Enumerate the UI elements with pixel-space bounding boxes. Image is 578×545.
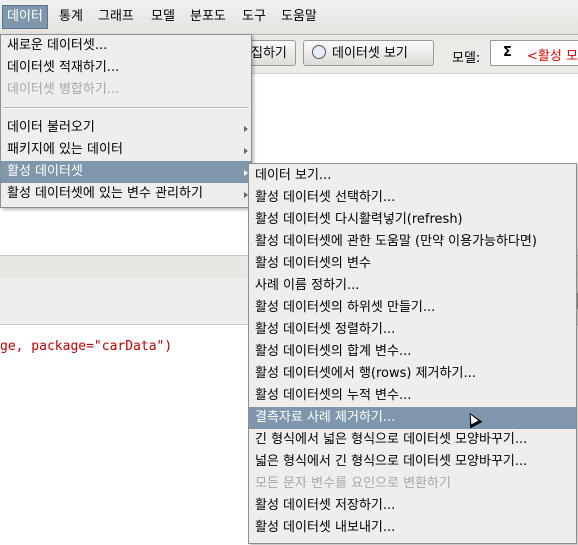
menu-item-data-in-packages[interactable]: 패키지에 있는 데이터 (1, 139, 251, 161)
view-dataset-button[interactable]: 데이터셋 보기 (303, 40, 434, 66)
submenu-item-convert-characters: 모든 문자 변수를 요인으로 변환하기 (255, 476, 451, 491)
submenu-item-stack-variables[interactable]: 활성 데이터셋의 누적 변수... (249, 385, 576, 407)
menu-graphs[interactable]: 그래프 (94, 6, 138, 28)
menu-item-import-data[interactable]: 데이터 불러오기 (1, 117, 251, 139)
menu-item-new-dataset[interactable]: 새로운 데이터셋... (1, 35, 251, 57)
submenu-item-case-names[interactable]: 사례 이름 정하기... (249, 275, 576, 297)
menu-item-merge-datasets: 데이터셋 병합하기... (7, 82, 120, 97)
menu-distributions[interactable]: 분포도 (186, 6, 230, 28)
submenu-item-select-active[interactable]: 활성 데이터셋 선택하기... (249, 187, 576, 209)
submenu-item-export-dataset[interactable]: 활성 데이터셋 내보내기... (249, 517, 576, 539)
menu-models[interactable]: 모델 (147, 6, 179, 28)
submenu-item-reshape-wide-to-long[interactable]: 넓은 형식에서 긴 형식으로 데이터셋 모양바꾸기... (249, 451, 576, 473)
submenu-arrow-icon (244, 148, 248, 154)
view-dataset-label: 데이터셋 보기 (332, 46, 408, 61)
submenu-item-help[interactable]: 활성 데이터셋에 관한 도움말 (만약 이용가능하다면) (249, 231, 576, 253)
menu-item-active-dataset[interactable]: 활성 데이터셋 (1, 161, 251, 183)
submenu-item-variables[interactable]: 활성 데이터셋의 변수 (249, 253, 576, 275)
menu-item-label: 활성 데이터셋에 있는 변수 관리하기 (7, 186, 203, 201)
submenu-item-refresh[interactable]: 활성 데이터셋 다시활력넣기(refresh) (249, 209, 576, 231)
menu-data[interactable]: 데이터 (2, 5, 48, 29)
menu-item-manage-variables[interactable]: 활성 데이터셋에 있는 변수 관리하기 (1, 183, 251, 205)
menu-tools[interactable]: 도구 (238, 6, 270, 28)
menu-item-label: 데이터 불러오기 (7, 120, 95, 135)
submenu-item-remove-rows[interactable]: 활성 데이터셋에서 행(rows) 제거하기... (249, 363, 576, 385)
submenu-item-view-data[interactable]: 데이터 보기... (249, 165, 576, 187)
model-selector[interactable]: Σ <활성 모 (490, 40, 578, 66)
menu-item-label: 활성 데이터셋 (7, 164, 83, 179)
submenu-item-reshape-long-to-wide[interactable]: 긴 형식에서 넓은 형식으로 데이터셋 모양바꾸기... (249, 429, 576, 451)
magnifier-icon (312, 45, 326, 59)
submenu-item-sort[interactable]: 활성 데이터셋 정렬하기... (249, 319, 576, 341)
submenu-item-remove-missing[interactable]: 결측자료 사례 제거하기... (249, 407, 576, 429)
edit-dataset-label: 집하기 (251, 46, 287, 61)
submenu-arrow-icon (244, 126, 248, 132)
menu-help[interactable]: 도움말 (277, 6, 321, 28)
menu-bar: 데이터 통계 그래프 모델 분포도 도구 도움말 (0, 0, 578, 35)
active-model-text: <활성 모 (527, 49, 578, 64)
menu-divider (3, 107, 249, 109)
menu-item-label: 패키지에 있는 데이터 (7, 142, 123, 157)
menu-statistics[interactable]: 통계 (55, 6, 87, 28)
model-label: 모델: (452, 51, 481, 66)
active-dataset-submenu: 데이터 보기... 활성 데이터셋 선택하기... 활성 데이터셋 다시활력넣기… (248, 163, 577, 544)
sigma-icon: Σ (503, 45, 512, 60)
output-code-line: ge, package="carData") (0, 339, 173, 354)
data-menu: 새로운 데이터셋... 데이터셋 적재하기... 데이터셋 병합하기... 데이… (0, 34, 252, 208)
submenu-item-subset[interactable]: 활성 데이터셋의 하위셋 만들기... (249, 297, 576, 319)
submenu-item-save-dataset[interactable]: 활성 데이터셋 저장하기... (249, 495, 576, 517)
menu-item-load-dataset[interactable]: 데이터셋 적재하기... (1, 57, 251, 79)
submenu-item-aggregate[interactable]: 활성 데이터셋의 합계 변수... (249, 341, 576, 363)
